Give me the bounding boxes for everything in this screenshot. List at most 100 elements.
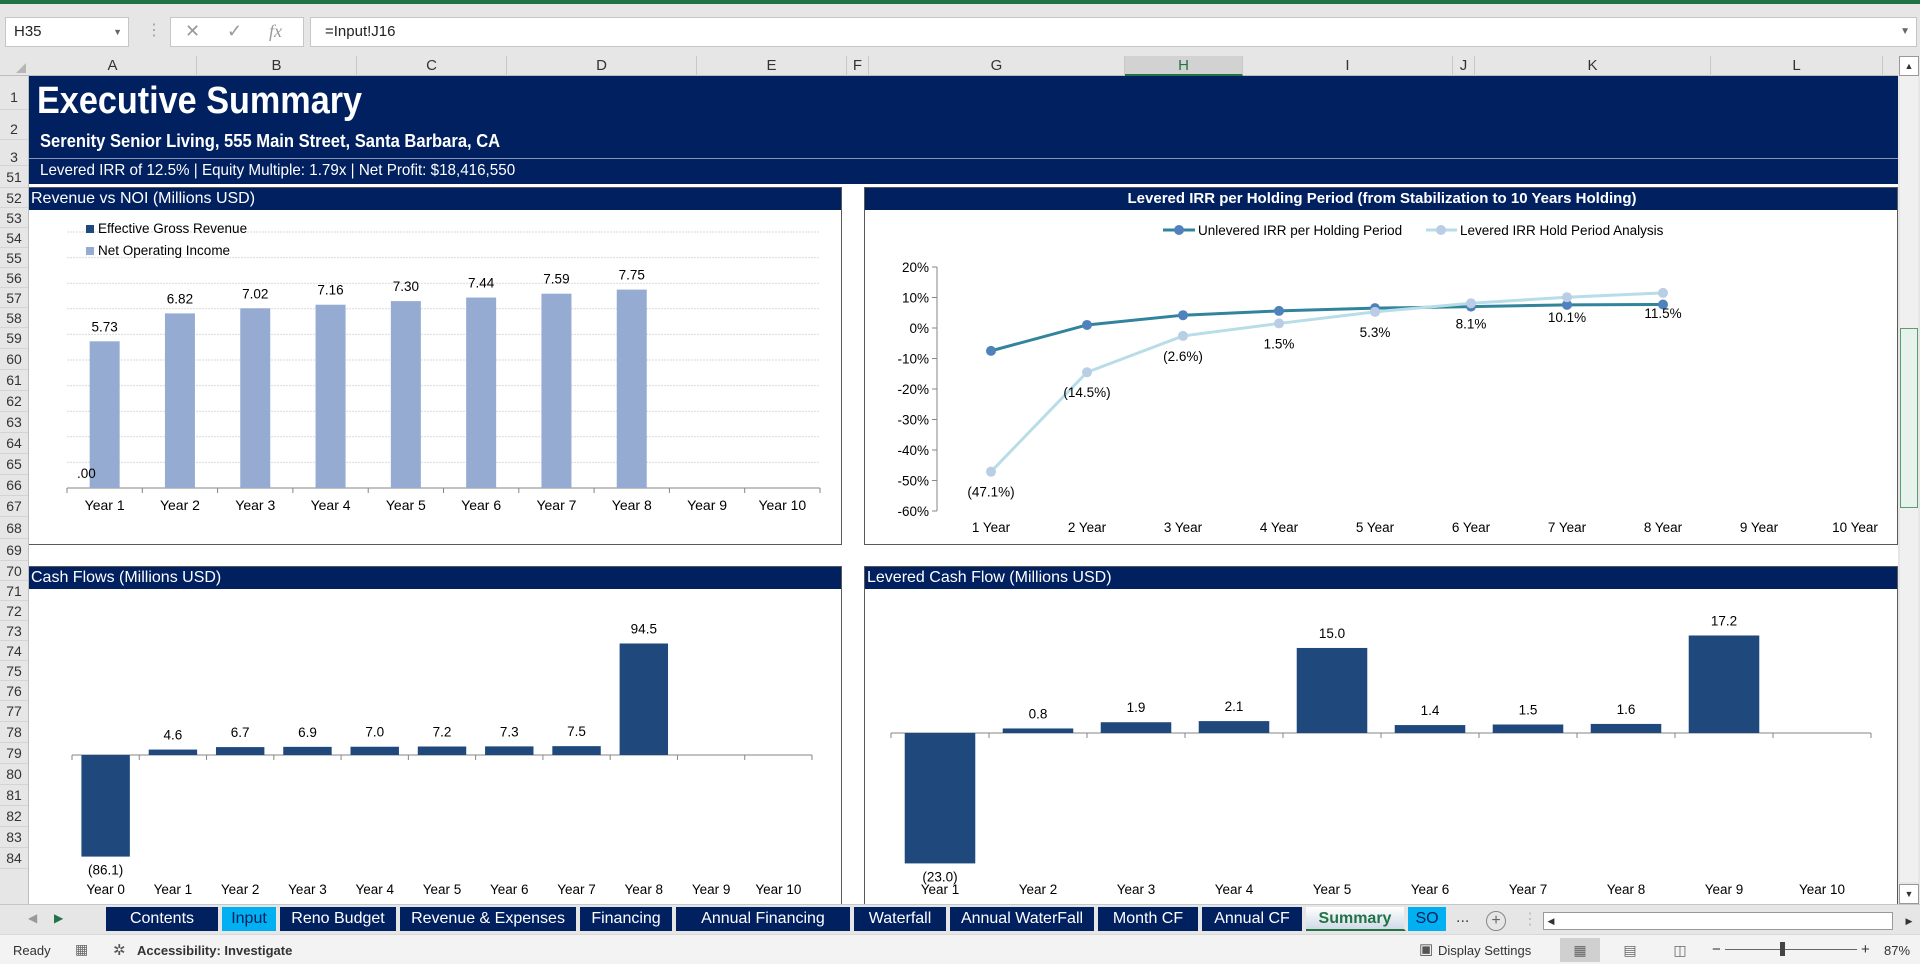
tab-splitter-icon[interactable]: ⋮ (1522, 909, 1538, 929)
row-header-81[interactable]: 81 (0, 785, 28, 806)
formula-bar-grip-icon[interactable]: ⋮ (146, 20, 162, 40)
sheet-tab-financing[interactable]: Financing (580, 907, 674, 931)
column-header-j[interactable]: J (1453, 56, 1475, 76)
zoom-slider-thumb[interactable] (1780, 942, 1785, 956)
row-header-73[interactable]: 73 (0, 621, 28, 641)
sheet-tab-annual-cf[interactable]: Annual CF (1202, 907, 1304, 931)
row-header-77[interactable]: 77 (0, 701, 28, 722)
scroll-up-icon[interactable]: ▲ (1899, 56, 1919, 76)
horizontal-scrollbar[interactable]: ◀ ▶ (1543, 912, 1912, 930)
zoom-in-button[interactable]: + (1861, 941, 1870, 958)
insert-function-icon[interactable]: fx (269, 21, 282, 42)
column-header-a[interactable]: A (29, 56, 197, 76)
row-header-78[interactable]: 78 (0, 722, 28, 743)
row-header-51[interactable]: 51 (0, 166, 28, 188)
sheet-tab-revenue-expenses[interactable]: Revenue & Expenses (400, 907, 578, 931)
column-header-l[interactable]: L (1711, 56, 1883, 76)
row-header-65[interactable]: 65 (0, 454, 28, 475)
sheet-tab-annual-waterfall[interactable]: Annual WaterFall (950, 907, 1096, 931)
column-header-k[interactable]: K (1475, 56, 1711, 76)
row-header-54[interactable]: 54 (0, 228, 28, 248)
cash-flows-chart[interactable]: Cash Flows (Millions USD) Year 0 Year 1 Ye… (29, 566, 842, 904)
zoom-level[interactable]: 87% (1884, 943, 1910, 958)
row-header-66[interactable]: 66 (0, 475, 28, 496)
tab-scroll-left-icon[interactable]: ◀ (28, 911, 37, 925)
tab-scroll-right-icon[interactable]: ▶ (54, 911, 63, 925)
worksheet[interactable]: Executive Summary Serenity Senior Living… (29, 76, 1898, 904)
display-settings-button[interactable]: Display Settings (1438, 943, 1531, 958)
levered-cash-flow-chart[interactable]: Levered Cash Flow (Millions USD) Year 1Y… (864, 566, 1898, 904)
column-header-i[interactable]: I (1243, 56, 1453, 76)
row-header-69[interactable]: 69 (0, 539, 28, 561)
row-header-80[interactable]: 80 (0, 764, 28, 785)
sheet-tab-reno-budget[interactable]: Reno Budget (280, 907, 398, 931)
vertical-scrollbar[interactable]: ▲ ▼ (1898, 56, 1920, 904)
sheet-tab-month-cf[interactable]: Month CF (1098, 907, 1200, 931)
column-header-b[interactable]: B (197, 56, 357, 76)
row-header-61[interactable]: 61 (0, 370, 28, 391)
row-header-82[interactable]: 82 (0, 806, 28, 827)
column-header-d[interactable]: D (507, 56, 697, 76)
scroll-thumb[interactable] (1900, 328, 1918, 508)
name-box-dropdown-icon[interactable]: ▼ (113, 18, 122, 46)
sheet-tab-summary[interactable]: Summary (1306, 907, 1406, 931)
column-header-c[interactable]: C (357, 56, 507, 76)
accessibility-status[interactable]: Accessibility: Investigate (137, 943, 292, 958)
accessibility-icon[interactable]: ✲ (113, 941, 126, 959)
row-header-56[interactable]: 56 (0, 268, 28, 288)
sheet-tab-annual-financing[interactable]: Annual Financing (676, 907, 852, 931)
normal-view-icon[interactable]: ▦ (1560, 938, 1600, 962)
row-header-2[interactable]: 2 (0, 110, 28, 140)
row-header-68[interactable]: 68 (0, 517, 28, 539)
row-header-75[interactable]: 75 (0, 661, 28, 681)
sheet-tab-input[interactable]: Input (222, 907, 278, 931)
column-header-e[interactable]: E (697, 56, 847, 76)
row-header-60[interactable]: 60 (0, 349, 28, 370)
display-settings-icon[interactable]: ▣ (1419, 940, 1433, 958)
row-header-70[interactable]: 70 (0, 561, 28, 581)
scroll-down-icon[interactable]: ▼ (1899, 884, 1919, 904)
row-header-58[interactable]: 58 (0, 308, 28, 328)
row-header-79[interactable]: 79 (0, 743, 28, 764)
row-header-59[interactable]: 59 (0, 328, 28, 349)
sheet-tab-contents[interactable]: Contents (106, 907, 220, 931)
row-header-74[interactable]: 74 (0, 641, 28, 661)
zoom-slider[interactable] (1725, 949, 1857, 950)
scroll-right-icon[interactable]: ▶ (1902, 913, 1916, 929)
row-header-71[interactable]: 71 (0, 581, 28, 601)
name-box[interactable]: H35 ▼ (5, 17, 129, 47)
row-header-83[interactable]: 83 (0, 827, 28, 848)
row-header-3[interactable]: 3 (0, 140, 28, 166)
page-layout-view-icon[interactable]: ▤ (1610, 938, 1650, 962)
row-header-63[interactable]: 63 (0, 412, 28, 433)
column-header-g[interactable]: G (869, 56, 1125, 76)
row-header-67[interactable]: 67 (0, 496, 28, 517)
row-header-76[interactable]: 76 (0, 681, 28, 701)
levered-irr-chart[interactable]: Levered IRR per Holding Period (from Sta… (864, 187, 1898, 545)
page-break-view-icon[interactable]: ◫ (1660, 938, 1700, 962)
zoom-out-button[interactable]: − (1712, 941, 1721, 958)
row-header-1[interactable]: 1 (0, 76, 28, 110)
sheet-tab-waterfall[interactable]: Waterfall (854, 907, 948, 931)
column-header-h[interactable]: H (1125, 56, 1243, 76)
cancel-icon[interactable]: ✕ (185, 21, 200, 42)
row-header-55[interactable]: 55 (0, 248, 28, 268)
scroll-left-icon[interactable]: ◀ (1544, 913, 1558, 929)
row-header-57[interactable]: 57 (0, 288, 28, 308)
expand-formula-bar-icon[interactable]: ▼ (1900, 18, 1910, 46)
more-tabs-ellipsis[interactable]: ... (1456, 909, 1469, 927)
row-header-72[interactable]: 72 (0, 601, 28, 621)
column-header-f[interactable]: F (847, 56, 869, 76)
revenue-noi-chart[interactable]: Revenue vs NOI (Millions USD) Year 1 Year… (29, 187, 842, 545)
enter-check-icon[interactable]: ✓ (227, 21, 242, 42)
row-header-84[interactable]: 84 (0, 848, 28, 869)
formula-input[interactable]: =Input!J16 ▼ (310, 17, 1917, 47)
select-all-button[interactable] (0, 56, 29, 76)
row-header-52[interactable]: 52 (0, 188, 28, 208)
macro-record-icon[interactable]: ▦ (75, 941, 88, 958)
row-header-53[interactable]: 53 (0, 208, 28, 228)
add-sheet-icon[interactable]: + (1486, 911, 1506, 931)
row-header-64[interactable]: 64 (0, 433, 28, 454)
sheet-tab-so[interactable]: SO (1408, 907, 1448, 931)
row-header-62[interactable]: 62 (0, 391, 28, 412)
